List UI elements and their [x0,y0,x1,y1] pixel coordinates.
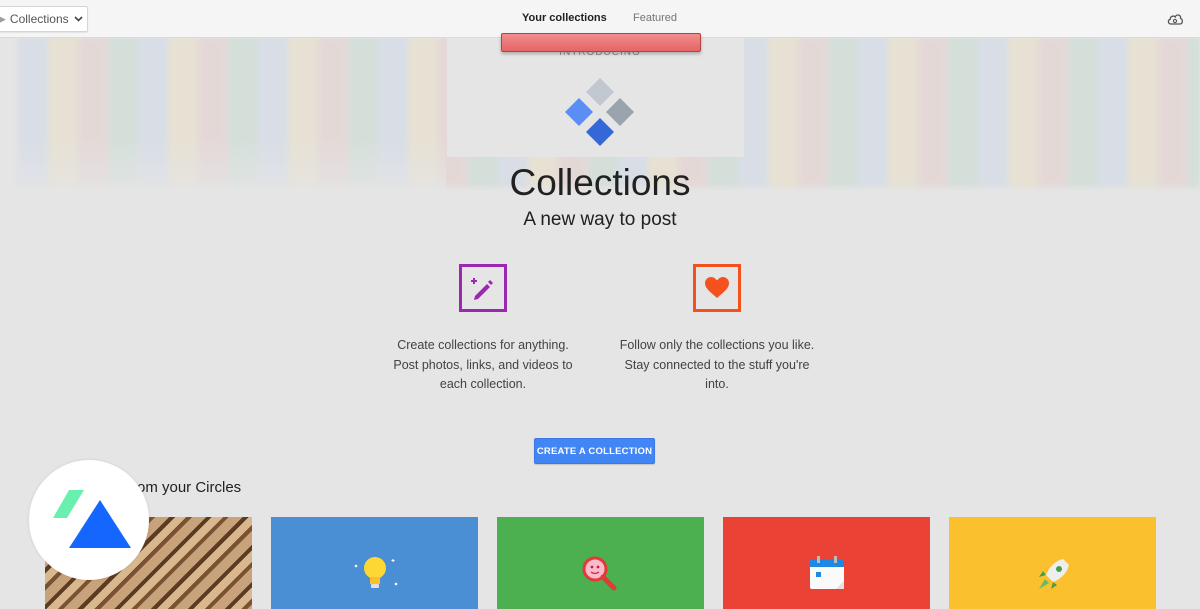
feature-create: Create collections for anything. Post ph… [383,264,583,395]
brand-watermark-logo [29,460,149,580]
profile-cloud-icon[interactable] [1166,10,1184,31]
collection-card-search[interactable] [497,517,704,609]
feature-follow: Follow only the collections you like. St… [617,264,817,395]
feature-follow-text: Follow only the collections you like. St… [619,338,815,391]
magnifier-icon [581,555,621,598]
collections-logo-icon [565,78,635,151]
collection-card-ideas[interactable] [271,517,478,609]
heart-icon [693,264,741,312]
collection-card-calendar[interactable] [723,517,930,609]
feature-create-text: Create collections for anything. Post ph… [393,338,573,391]
page-title: Collections [509,162,691,203]
tab-your-collections[interactable]: Your collections [522,12,607,24]
calendar-icon [808,555,846,596]
redaction-bar [501,33,701,52]
rocket-icon [1033,555,1073,600]
edit-sparkle-icon [459,264,507,312]
lightbulb-icon [351,555,399,596]
play-arrow-icon: ▶ [0,13,6,24]
breadcrumb-label: Collections [9,12,69,26]
create-collection-button[interactable]: CREATE A COLLECTION [534,438,655,464]
chevron-down-icon [74,14,83,25]
tab-featured[interactable]: Featured [633,12,677,24]
collections-dropdown[interactable]: ▶ Collections [0,6,88,32]
page-subtitle: A new way to post [523,209,677,230]
collection-card-rocket[interactable] [949,517,1156,609]
